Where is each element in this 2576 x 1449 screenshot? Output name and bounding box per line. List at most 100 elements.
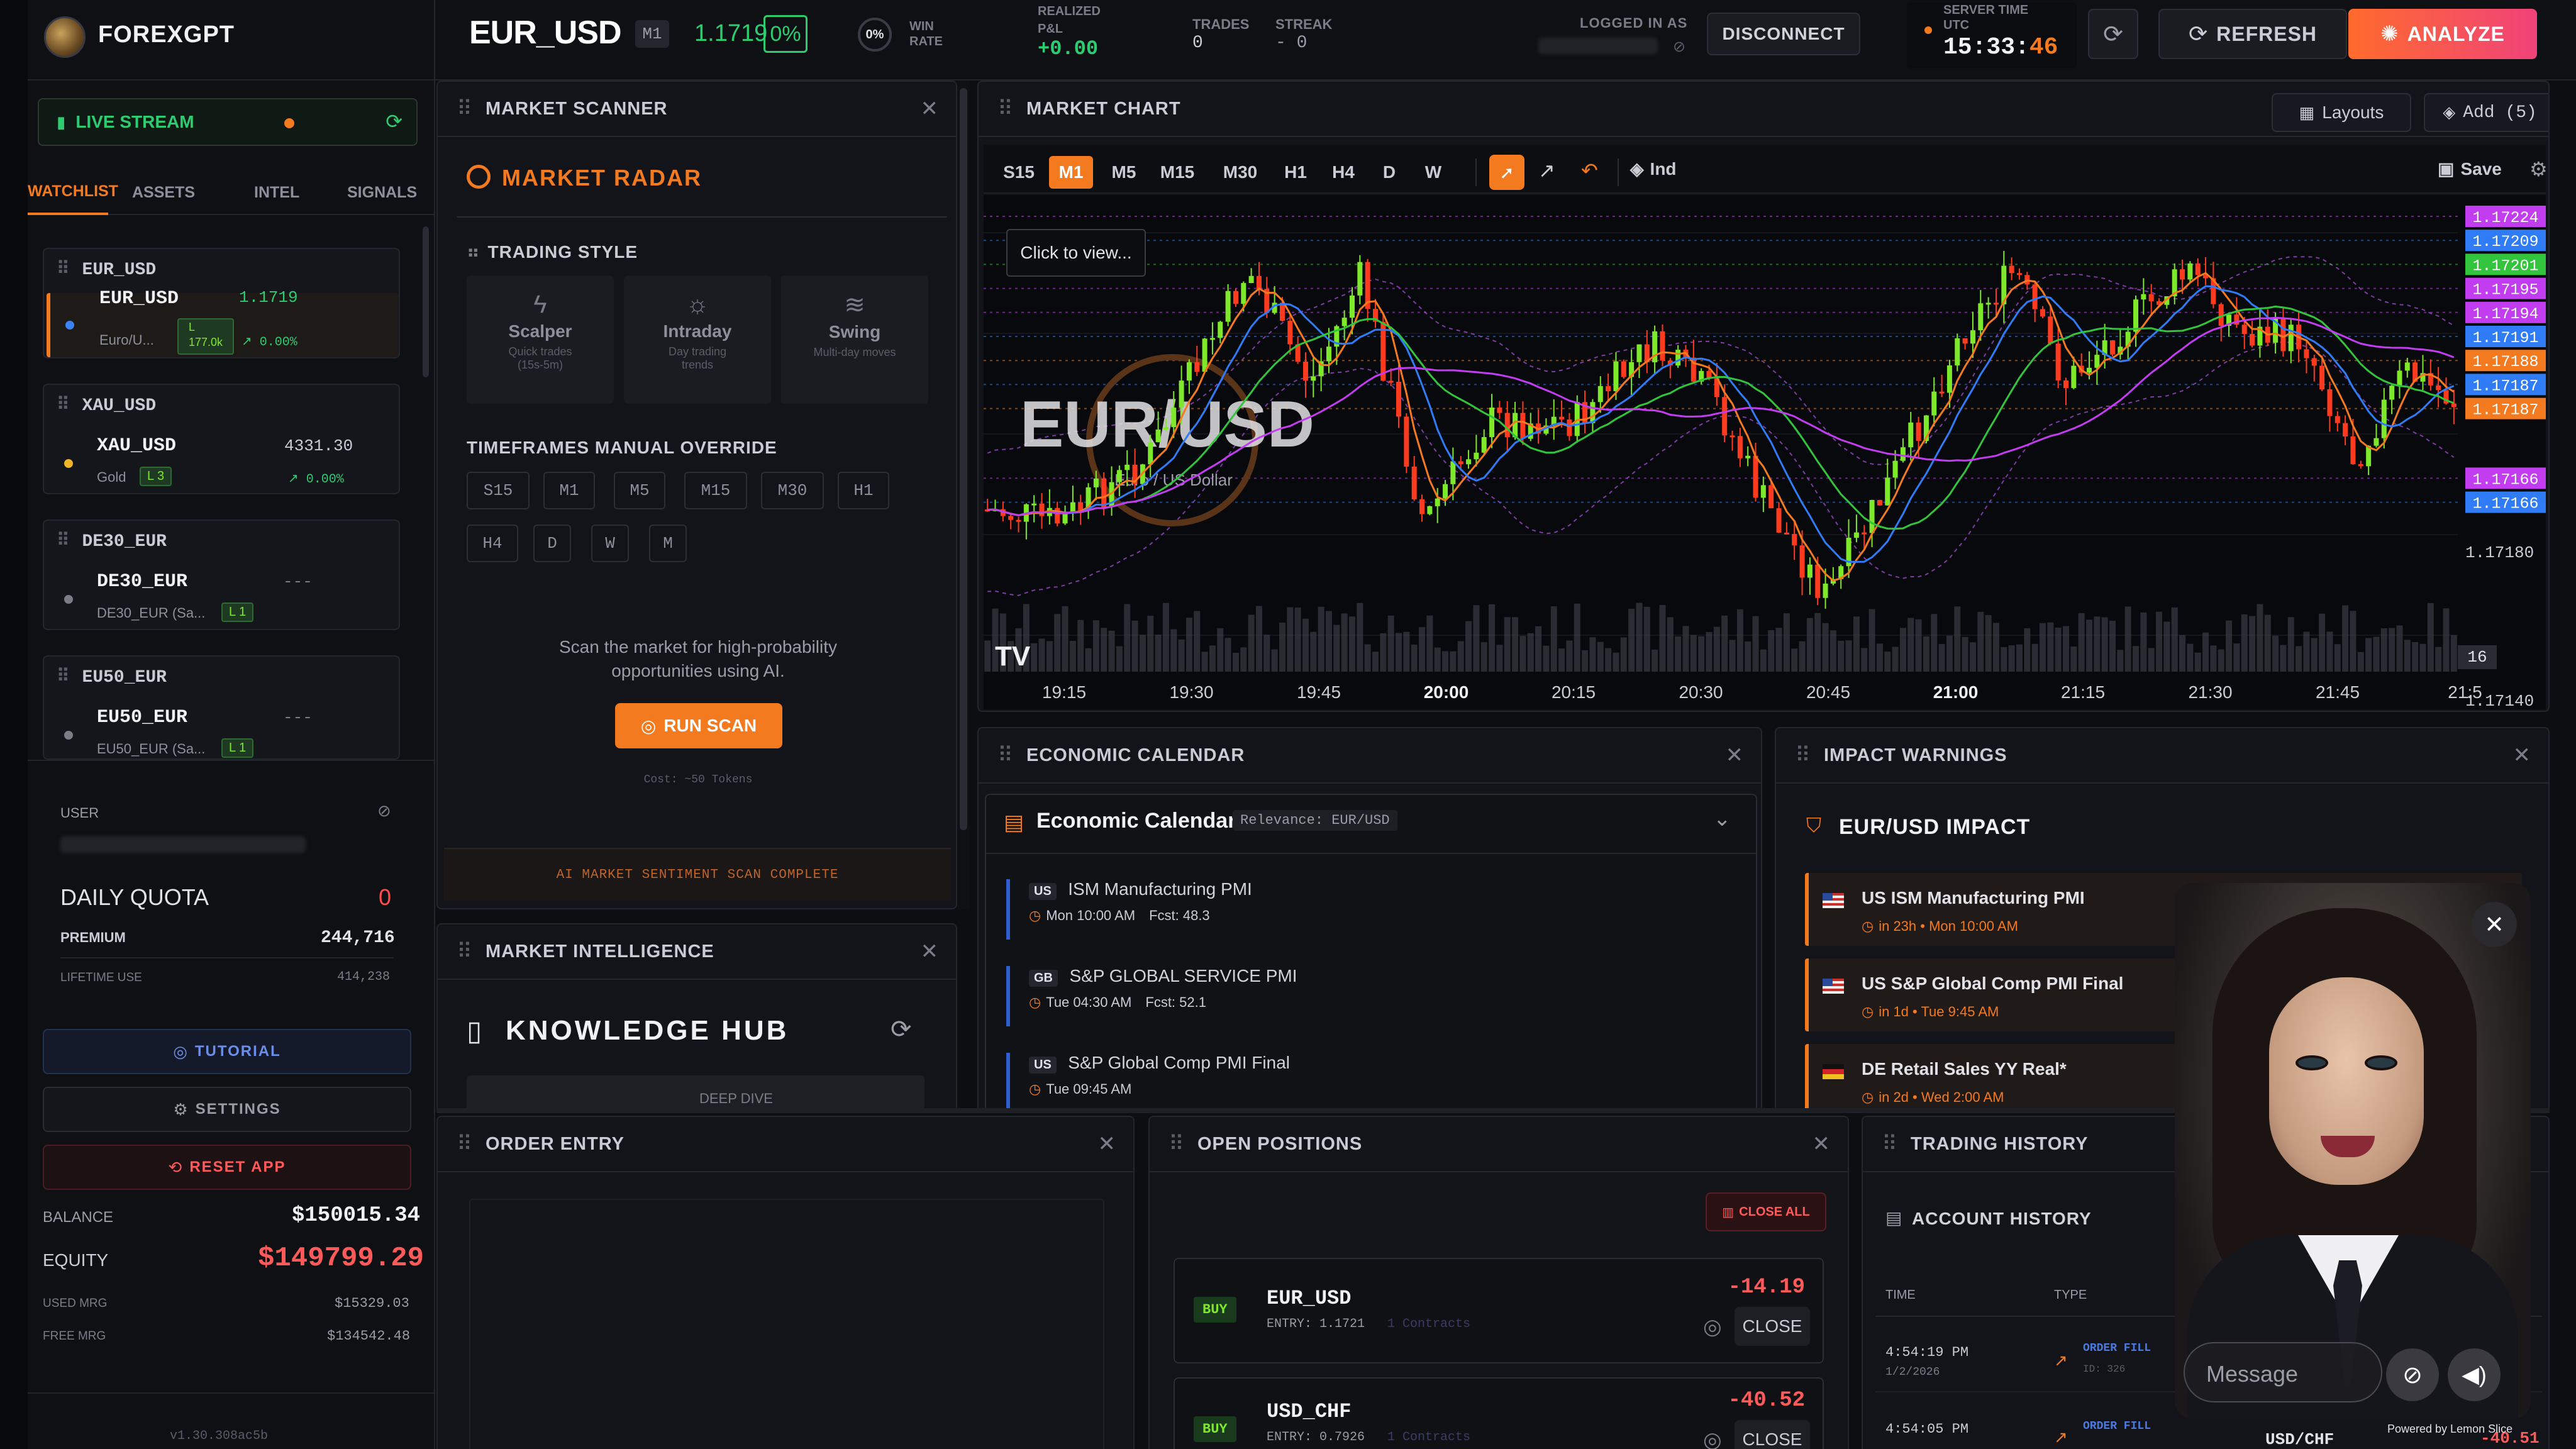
live-refresh-icon[interactable]: ⟳ [386, 109, 402, 133]
drag-handle-icon[interactable]: ⠿ [1795, 743, 1814, 768]
run-scan-button[interactable]: ◎ RUN SCAN [615, 703, 782, 748]
analyze-button[interactable]: ✺ ANALYZE [2348, 9, 2537, 59]
chart-tf-h4[interactable]: H4 [1319, 156, 1367, 189]
tab-signals[interactable]: SIGNALS [347, 184, 417, 202]
candle-body [2009, 265, 2014, 274]
watch-card-head: ⠿ XAU_USD [57, 394, 156, 416]
watchlist-scrollbar[interactable] [423, 226, 429, 377]
chart-tf-m5[interactable]: M5 [1102, 156, 1146, 189]
reset-app-button[interactable]: ⟲ RESET APP [43, 1145, 411, 1190]
tf-option-h1[interactable]: H1 [838, 472, 889, 509]
style-option-scalper[interactable]: ϟ Scalper Quick trades (15s-5m) [467, 275, 614, 404]
target-icon[interactable]: ◎ [1703, 1314, 1722, 1340]
close-icon[interactable]: ✕ [921, 96, 939, 121]
candle-body [2451, 403, 2457, 408]
drag-handle-icon[interactable]: ⠿ [57, 532, 70, 552]
close-icon[interactable]: ✕ [1098, 1131, 1116, 1157]
close-icon[interactable]: ✕ [2513, 743, 2531, 768]
save-layout-button[interactable]: ▣ Save [2438, 158, 2502, 179]
drag-handle-icon[interactable]: ⠿ [997, 743, 1016, 768]
chart-tf-h1[interactable]: H1 [1272, 156, 1319, 189]
calendar-event[interactable]: GB S&P GLOBAL SERVICE PMI ◷ Tue 04:30 AM F… [1006, 966, 1736, 1026]
tutorial-label: TUTORIAL [194, 1043, 281, 1060]
refresh-button[interactable]: ⟳ REFRESH [2158, 9, 2347, 59]
drag-handle-icon[interactable]: ⠿ [57, 668, 70, 687]
tab-watchlist[interactable]: WATCHLIST [28, 182, 118, 201]
watch-card-eurusd[interactable]: ⠿ EUR_USD EUR_USD 1.1719 Euro/U... L 177.0… [43, 248, 400, 358]
position-card[interactable]: BUY USD_CHF ENTRY: 0.7926 1 Contracts -4… [1174, 1377, 1824, 1449]
drag-handle-icon[interactable]: ⠿ [457, 96, 475, 121]
drag-handle-icon[interactable]: ⠿ [57, 260, 70, 280]
close-avatar-button[interactable]: ✕ [2472, 902, 2517, 947]
speaker-button[interactable]: ◀) [2448, 1348, 2501, 1401]
clock-icon: ◷ [1029, 1081, 1041, 1097]
tutorial-button[interactable]: ◎ TUTORIAL [43, 1029, 411, 1074]
hub-refresh-icon[interactable]: ⟳ [891, 1015, 912, 1044]
tf-option-m[interactable]: M [649, 525, 687, 562]
price-chart[interactable]: EUR/USD Euro / US Dollar TV 1.17224 1.172… [984, 195, 2546, 709]
volume-bar [2249, 616, 2256, 672]
close-position-button[interactable]: CLOSE [1735, 1420, 1810, 1449]
click-to-view-tooltip[interactable]: Click to view... [1006, 229, 1146, 277]
watch-card-xauusd[interactable]: ⠿ XAU_USD XAU_USD 4331.30 Gold L 3 ↗ 0.00… [43, 384, 400, 494]
tab-assets[interactable]: ASSETS [132, 184, 195, 202]
calendar-event[interactable]: US S&P Global Comp PMI Final ◷ Tue 09:45 … [1006, 1053, 1736, 1111]
tab-intel[interactable]: INTEL [254, 184, 299, 202]
chart-tf-d[interactable]: D [1367, 156, 1411, 189]
undo-icon[interactable]: ↶ [1581, 158, 1598, 182]
tf-option-m5[interactable]: M5 [614, 472, 665, 509]
ai-avatar-widget[interactable]: ✕ Message ⊘ ◀) [2175, 883, 2531, 1419]
settings-button[interactable]: ⚙ SETTINGS [43, 1087, 411, 1132]
close-icon[interactable]: ✕ [1726, 743, 1744, 768]
drag-handle-icon[interactable]: ⠿ [1169, 1131, 1187, 1157]
chart-settings-icon[interactable]: ⚙ [2529, 157, 2548, 181]
close-icon[interactable]: ✕ [921, 939, 939, 964]
cursor-tool-button[interactable]: ➚ [1489, 155, 1524, 190]
tf-option-d[interactable]: D [533, 525, 571, 562]
sync-button[interactable]: ⟳ [2088, 9, 2138, 59]
chart-tf-m30[interactable]: M30 [1209, 156, 1272, 189]
volume-bar [2124, 606, 2131, 672]
scanner-scroll-thumb[interactable] [960, 88, 967, 830]
disconnect-button[interactable]: DISCONNECT [1707, 13, 1860, 55]
tf-option-m1[interactable]: M1 [543, 472, 595, 509]
close-all-button[interactable]: ▥ CLOSE ALL [1706, 1192, 1826, 1231]
chart-tf-w[interactable]: W [1411, 156, 1455, 189]
layouts-button[interactable]: ▦ Layouts [2272, 93, 2411, 132]
chart-tf-m15[interactable]: M15 [1146, 156, 1209, 189]
style-option-swing[interactable]: ≋ Swing Multi-day moves [781, 275, 928, 404]
style-option-intraday[interactable]: ☼ Intraday Day trading trends [624, 275, 771, 404]
drag-handle-icon[interactable]: ⠿ [1882, 1131, 1901, 1157]
close-position-button[interactable]: CLOSE [1735, 1307, 1810, 1346]
indicators-button[interactable]: ◈ Ind [1630, 158, 1677, 179]
watch-card-de30eur[interactable]: ⠿ DE30_EUR DE30_EUR --- DE30_EUR (Sa... L… [43, 519, 400, 630]
drag-handle-icon[interactable]: ⠿ [457, 939, 475, 964]
deep-dive-card[interactable]: DEEP DIVE [467, 1075, 924, 1111]
symbol-title[interactable]: EUR_USD [469, 14, 621, 52]
drag-handle-icon[interactable]: ⠿ [57, 396, 70, 416]
position-card[interactable]: BUY EUR_USD ENTRY: 1.1721 1 Contracts -1… [1174, 1258, 1824, 1363]
tf-option-m15[interactable]: M15 [684, 472, 747, 509]
chart-tf-m1[interactable]: M1 [1049, 156, 1093, 189]
close-icon[interactable]: ✕ [1813, 1131, 1831, 1157]
target-icon[interactable]: ◎ [1703, 1428, 1722, 1449]
tf-option-w[interactable]: W [591, 525, 629, 562]
trend-line-icon[interactable]: ↗ [1538, 158, 1555, 182]
live-stream-toggle[interactable]: ▮ LIVE STREAM ⟳ [38, 98, 418, 146]
drag-handle-icon[interactable]: ⠿ [457, 1131, 475, 1157]
hide-user-icon[interactable]: ⊘ [1673, 38, 1685, 56]
hide-email-icon[interactable]: ⊘ [377, 801, 391, 821]
calendar-event[interactable]: US ISM Manufacturing PMI ◷ Mon 10:00 AM Fc… [1006, 879, 1736, 940]
message-input[interactable]: Message [2184, 1342, 2382, 1402]
volume-bar [1372, 652, 1379, 672]
watch-card-eu50eur[interactable]: ⠿ EU50_EUR EU50_EUR --- EU50_EUR (Sa... L… [43, 655, 400, 760]
drag-handle-icon[interactable]: ⠿ [997, 96, 1016, 121]
chart-tf-s15[interactable]: S15 [997, 156, 1040, 189]
add-indicator-button[interactable]: ◈ Add (5) [2424, 93, 2548, 132]
tf-option-s15[interactable]: S15 [467, 472, 530, 509]
candle-body [1559, 416, 1565, 419]
mute-mic-button[interactable]: ⊘ [2386, 1348, 2439, 1401]
collapse-chevron-icon[interactable]: ⌄ [1713, 806, 1731, 831]
tf-option-h4[interactable]: H4 [467, 525, 518, 562]
tf-option-m30[interactable]: M30 [761, 472, 824, 509]
